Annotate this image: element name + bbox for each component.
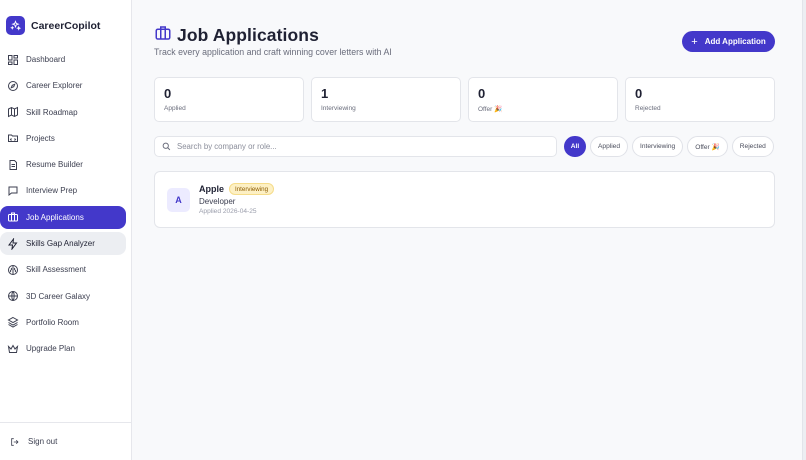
stat-card-offer: 0 Offer 🎉 xyxy=(468,77,618,122)
sidebar-item-label: Dashboard xyxy=(26,55,66,64)
globe-icon xyxy=(6,290,19,303)
page-subtitle: Track every application and craft winnin… xyxy=(154,47,392,57)
scrollbar-track[interactable] xyxy=(802,0,806,460)
stat-value: 0 xyxy=(478,86,486,101)
stats-row: 0 Applied 1 Interviewing 0 Offer 🎉 0 Rej… xyxy=(154,77,775,122)
search-input[interactable] xyxy=(177,142,547,151)
sidebar-item-label: Portfolio Room xyxy=(26,317,79,327)
sidebar-item-label: Skill Roadmap xyxy=(26,107,78,117)
company-name: Apple xyxy=(199,184,225,194)
application-card[interactable]: A Apple Interviewing Developer Applied 2… xyxy=(154,171,775,228)
filter-applied[interactable]: Applied xyxy=(590,136,628,157)
filter-rejected[interactable]: Rejected xyxy=(731,136,774,157)
search-box xyxy=(154,136,557,157)
app-root: CareerCopilot Dashboard Career Explorer … xyxy=(0,0,806,460)
sign-out-icon xyxy=(10,437,20,447)
briefcase-icon xyxy=(6,211,19,224)
compass-icon xyxy=(6,79,19,92)
sidebar-item-label: Resume Builder xyxy=(26,160,83,170)
sidebar-item-label: Projects xyxy=(26,133,55,143)
main-content: Job Applications Track every application… xyxy=(132,0,806,460)
lightning-icon xyxy=(6,237,19,250)
sidebar-item-label: 3D Career Galaxy xyxy=(26,291,91,301)
status-badge: Interviewing xyxy=(229,183,275,195)
map-icon xyxy=(6,106,19,119)
stat-value: 0 xyxy=(164,86,172,101)
sparkles-icon xyxy=(6,16,25,35)
stat-card-applied: 0 Applied xyxy=(154,77,304,122)
sidebar-item-label: Career Explorer xyxy=(26,81,83,91)
briefcase-icon xyxy=(154,24,172,47)
sign-out-label: Sign out xyxy=(28,437,58,446)
sidebar-item-label: Upgrade Plan xyxy=(26,344,75,354)
crown-icon xyxy=(6,342,19,355)
stat-label: Offer 🎉 xyxy=(478,106,503,113)
sidebar-item-label: Skill Assessment xyxy=(26,265,87,275)
sidebar-item-job-applications[interactable]: Job Applications xyxy=(0,205,126,229)
search-icon xyxy=(162,138,171,156)
stat-label: Interviewing xyxy=(321,105,356,112)
sidebar-item-skill-roadmap[interactable]: Skill Roadmap xyxy=(0,101,126,124)
sidebar-item-skills-gap-analyzer[interactable]: Skills Gap Analyzer xyxy=(0,232,126,256)
plus-icon: + xyxy=(691,35,698,48)
sidebar: CareerCopilot Dashboard Career Explorer … xyxy=(0,0,132,460)
job-role: Developer xyxy=(199,197,236,206)
sign-out-button[interactable]: Sign out xyxy=(0,422,132,460)
applied-date: Applied 2026-04-25 xyxy=(199,208,257,215)
stat-value: 0 xyxy=(635,86,643,101)
stat-value: 1 xyxy=(321,86,329,101)
filter-all[interactable]: All xyxy=(564,136,586,157)
sidebar-item-projects[interactable]: Projects xyxy=(0,127,126,150)
stat-card-interviewing: 1 Interviewing xyxy=(311,77,461,122)
company-avatar: A xyxy=(167,188,190,212)
folder-icon xyxy=(6,132,19,145)
chat-icon xyxy=(6,184,19,197)
sidebar-item-label: Skills Gap Analyzer xyxy=(26,239,95,249)
brain-icon xyxy=(6,263,19,276)
sidebar-item-upgrade-plan[interactable]: Upgrade Plan xyxy=(0,337,126,360)
stat-label: Applied xyxy=(164,105,186,112)
filter-interviewing[interactable]: Interviewing xyxy=(632,136,684,157)
sidebar-item-skill-assessment[interactable]: Skill Assessment xyxy=(0,258,126,281)
filter-offer[interactable]: Offer 🎉 xyxy=(687,136,728,157)
sidebar-item-label: Job Applications xyxy=(26,212,84,222)
brand[interactable]: CareerCopilot xyxy=(0,0,131,36)
brand-name: CareerCopilot xyxy=(31,19,101,32)
sidebar-item-portfolio-room[interactable]: Portfolio Room xyxy=(0,311,126,334)
status-filters: All Applied Interviewing Offer 🎉 Rejecte… xyxy=(564,136,774,157)
layers-icon xyxy=(6,316,19,329)
company-row: Apple Interviewing xyxy=(199,183,275,195)
sidebar-item-3d-career-galaxy[interactable]: 3D Career Galaxy xyxy=(0,285,126,308)
page-header: Job Applications xyxy=(154,24,319,47)
dashboard-icon xyxy=(6,53,19,66)
stat-label: Rejected xyxy=(635,105,661,112)
stat-card-rejected: 0 Rejected xyxy=(625,77,775,122)
add-application-label: Add Application xyxy=(704,37,766,46)
sidebar-item-career-explorer[interactable]: Career Explorer xyxy=(0,74,126,97)
sidebar-item-dashboard[interactable]: Dashboard xyxy=(0,48,126,71)
document-icon xyxy=(6,158,19,171)
page-title: Job Applications xyxy=(177,25,319,45)
sidebar-item-interview-prep[interactable]: Interview Prep xyxy=(0,179,126,202)
sidebar-item-resume-builder[interactable]: Resume Builder xyxy=(0,153,126,176)
add-application-button[interactable]: + Add Application xyxy=(682,31,775,52)
sidebar-item-label: Interview Prep xyxy=(26,186,78,196)
sidebar-nav: Dashboard Career Explorer Skill Roadmap … xyxy=(0,48,132,364)
